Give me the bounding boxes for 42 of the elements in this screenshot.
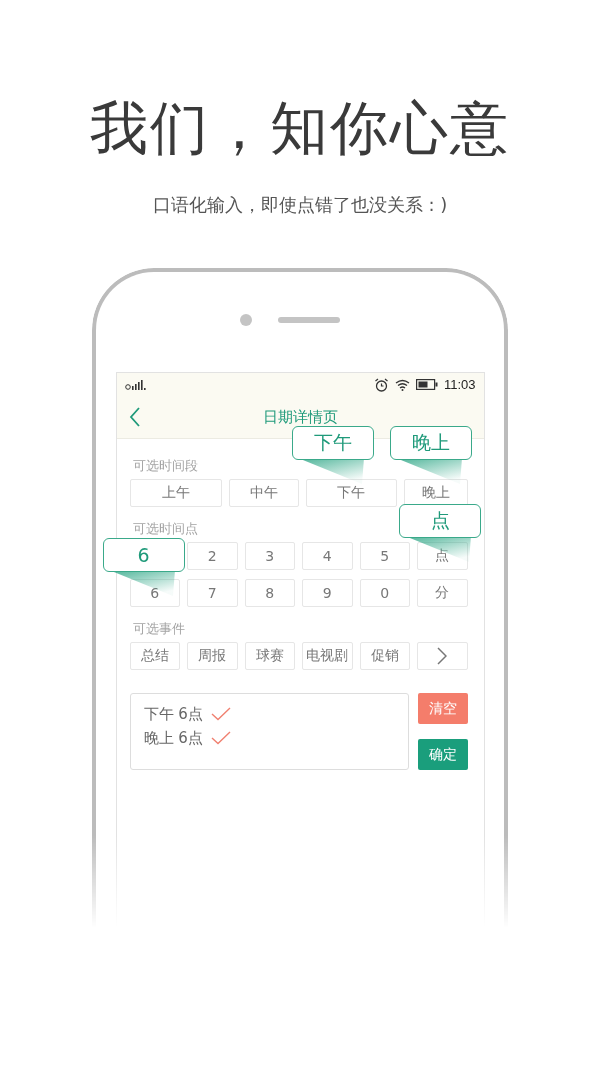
alarm-icon [373, 377, 389, 392]
chevron-right-icon [437, 647, 448, 665]
keyboard-key[interactable]: 下午 [305, 479, 397, 507]
section-label: 可选时间段 [132, 457, 198, 475]
confirm-button[interactable]: 确定 [417, 739, 468, 770]
keyboard-key[interactable]: 晚上 [403, 479, 468, 507]
keyboard-key[interactable]: 分 [417, 579, 468, 607]
wifi-icon [394, 378, 410, 391]
keyboard-key[interactable]: 促销 [359, 642, 410, 670]
more-button[interactable] [417, 642, 468, 670]
keyboard-key[interactable]: 9 [302, 579, 353, 607]
keyboard-key[interactable]: 8 [244, 579, 295, 607]
subtitle: 口语化输入，即使点错了也没关系 : ) [152, 193, 448, 217]
keyboard-key[interactable]: 3 [244, 542, 295, 570]
back-icon[interactable] [128, 407, 141, 427]
keyboard-key[interactable]: 球赛 [244, 642, 295, 670]
signal-icon [124, 379, 149, 390]
section-label: 可选事件 [132, 620, 185, 638]
key-preview-bubble: 下午 [291, 426, 374, 460]
keyboard-key[interactable]: 中午 [228, 479, 299, 507]
keyboard-key[interactable]: 总结 [129, 642, 180, 670]
key-preview-bubble: 晚上 [389, 426, 472, 460]
headline: 我们，知你心意 [90, 93, 510, 164]
keyboard-key[interactable]: 4 [302, 542, 353, 570]
clear-button[interactable]: 清空 [417, 693, 468, 724]
camera-dot [240, 314, 252, 326]
key-preview-bubble: 6 [102, 538, 185, 572]
page-title: 日期详情页 [262, 407, 338, 427]
keyboard-key[interactable]: 5 [359, 542, 410, 570]
keyboard-key[interactable]: 2 [187, 542, 238, 570]
battery-icon [415, 379, 438, 390]
result-text: 下午 6点 [143, 704, 203, 724]
keyboard-key[interactable]: 电视剧 [302, 642, 353, 670]
keyboard-key[interactable]: 周报 [187, 642, 238, 670]
keyboard-key[interactable]: 上午 [129, 479, 222, 507]
keyboard-key[interactable]: 7 [187, 579, 238, 607]
status-time: 11:03 [443, 377, 476, 392]
result-text: 晚上 6点 [143, 728, 203, 748]
keyboard-key[interactable]: 0 [359, 579, 410, 607]
speaker-slot [278, 317, 340, 323]
section-label: 可选时间点 [132, 520, 198, 538]
key-preview-bubble: 点 [399, 504, 481, 538]
